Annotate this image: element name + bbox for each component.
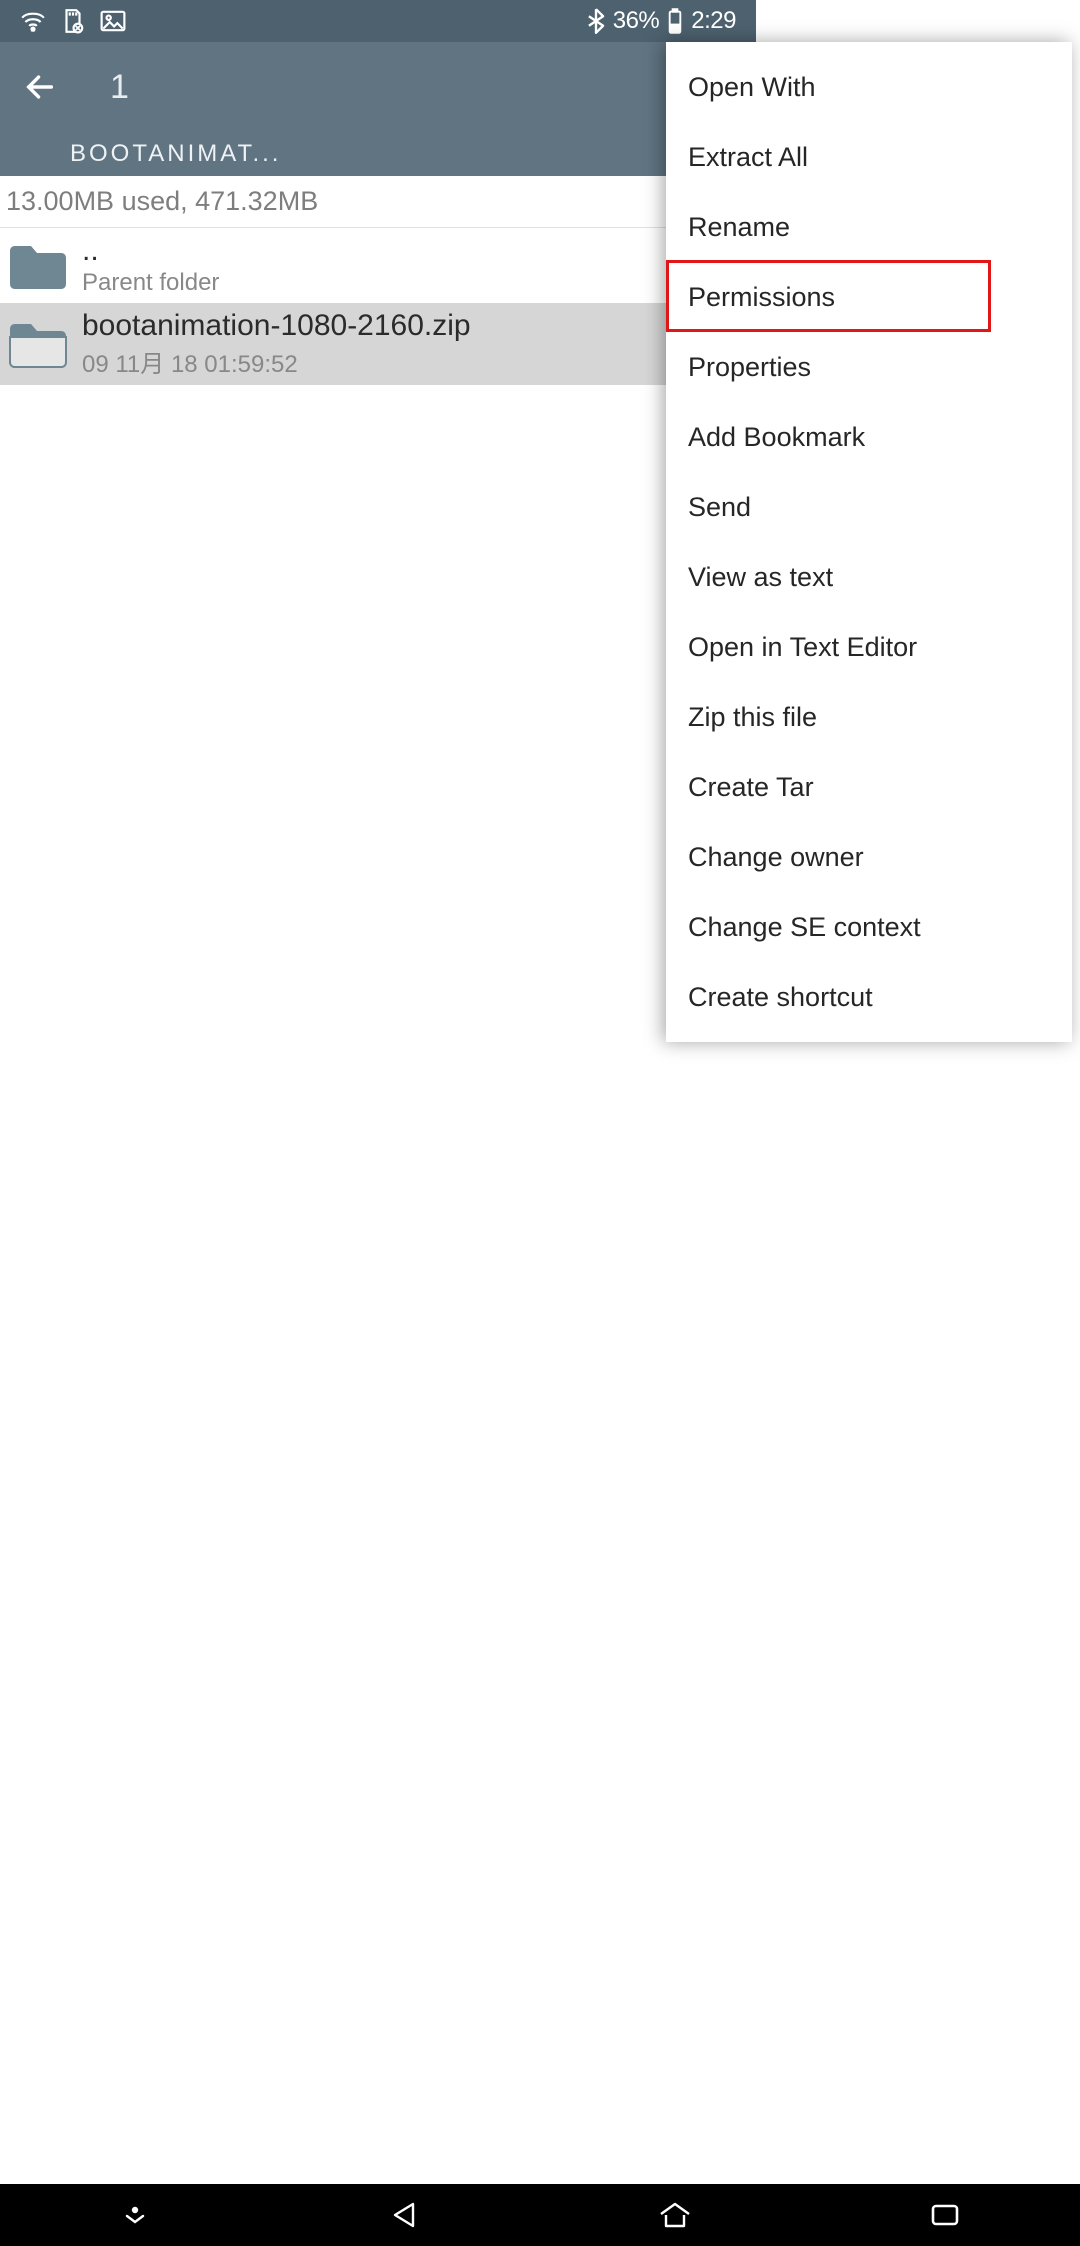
nav-back-icon[interactable]	[375, 2194, 435, 2236]
wifi-icon	[20, 10, 46, 32]
nav-recent-icon[interactable]	[915, 2194, 975, 2236]
storage-usage-text: 13.00MB used, 471.32MB	[6, 186, 318, 217]
parent-folder-row[interactable]: .. Parent folder	[0, 228, 756, 303]
status-bar: 36% 2:29	[0, 0, 756, 42]
battery-icon	[667, 8, 683, 34]
menu-open-text-editor[interactable]: Open in Text Editor	[666, 612, 1072, 682]
file-list: .. Parent folder bootanimation-1080-2160…	[0, 228, 756, 385]
menu-open-with[interactable]: Open With	[666, 52, 1072, 122]
nav-home-icon[interactable]	[645, 2194, 705, 2236]
back-button[interactable]	[12, 59, 68, 115]
menu-change-se-context[interactable]: Change SE context	[666, 892, 1072, 962]
menu-change-owner[interactable]: Change owner	[666, 822, 1072, 892]
breadcrumb[interactable]: BOOTANIMAT...	[0, 132, 756, 176]
menu-create-shortcut[interactable]: Create shortcut	[666, 962, 1072, 1032]
folder-icon	[6, 317, 70, 371]
status-left-icons	[20, 8, 126, 34]
file-subtitle: Parent folder	[82, 269, 219, 297]
file-name: ..	[82, 234, 219, 267]
file-subtitle: 09 11月 18 01:59:52	[82, 344, 471, 379]
battery-percent-text: 36%	[613, 7, 660, 35]
menu-add-bookmark[interactable]: Add Bookmark	[666, 402, 1072, 472]
menu-rename[interactable]: Rename	[666, 192, 1072, 262]
clock-text: 2:29	[691, 7, 736, 35]
navigation-bar	[0, 2184, 1080, 2246]
selection-count: 1	[110, 68, 129, 107]
breadcrumb-text: BOOTANIMAT...	[70, 140, 281, 168]
menu-permissions[interactable]: Permissions	[666, 262, 1072, 332]
bluetooth-icon	[587, 8, 605, 34]
gallery-icon	[100, 10, 126, 32]
file-name: bootanimation-1080-2160.zip	[82, 309, 471, 342]
nav-dropdown-icon[interactable]	[105, 2194, 165, 2236]
status-right: 36% 2:29	[587, 7, 736, 35]
menu-zip-this-file[interactable]: Zip this file	[666, 682, 1072, 752]
context-menu: Open With Extract All Rename Permissions…	[666, 42, 1072, 1042]
sd-card-icon	[60, 8, 86, 34]
menu-view-as-text[interactable]: View as text	[666, 542, 1072, 612]
storage-usage-line: 13.00MB used, 471.32MB	[0, 176, 756, 228]
menu-send[interactable]: Send	[666, 472, 1072, 542]
app-bar: 1 BOOTANIMAT...	[0, 42, 756, 176]
app-bar-top: 1	[0, 42, 756, 132]
folder-icon	[6, 239, 70, 293]
menu-create-tar[interactable]: Create Tar	[666, 752, 1072, 822]
menu-extract-all[interactable]: Extract All	[666, 122, 1072, 192]
menu-properties[interactable]: Properties	[666, 332, 1072, 402]
file-row-selected[interactable]: bootanimation-1080-2160.zip 09 11月 18 01…	[0, 303, 756, 385]
